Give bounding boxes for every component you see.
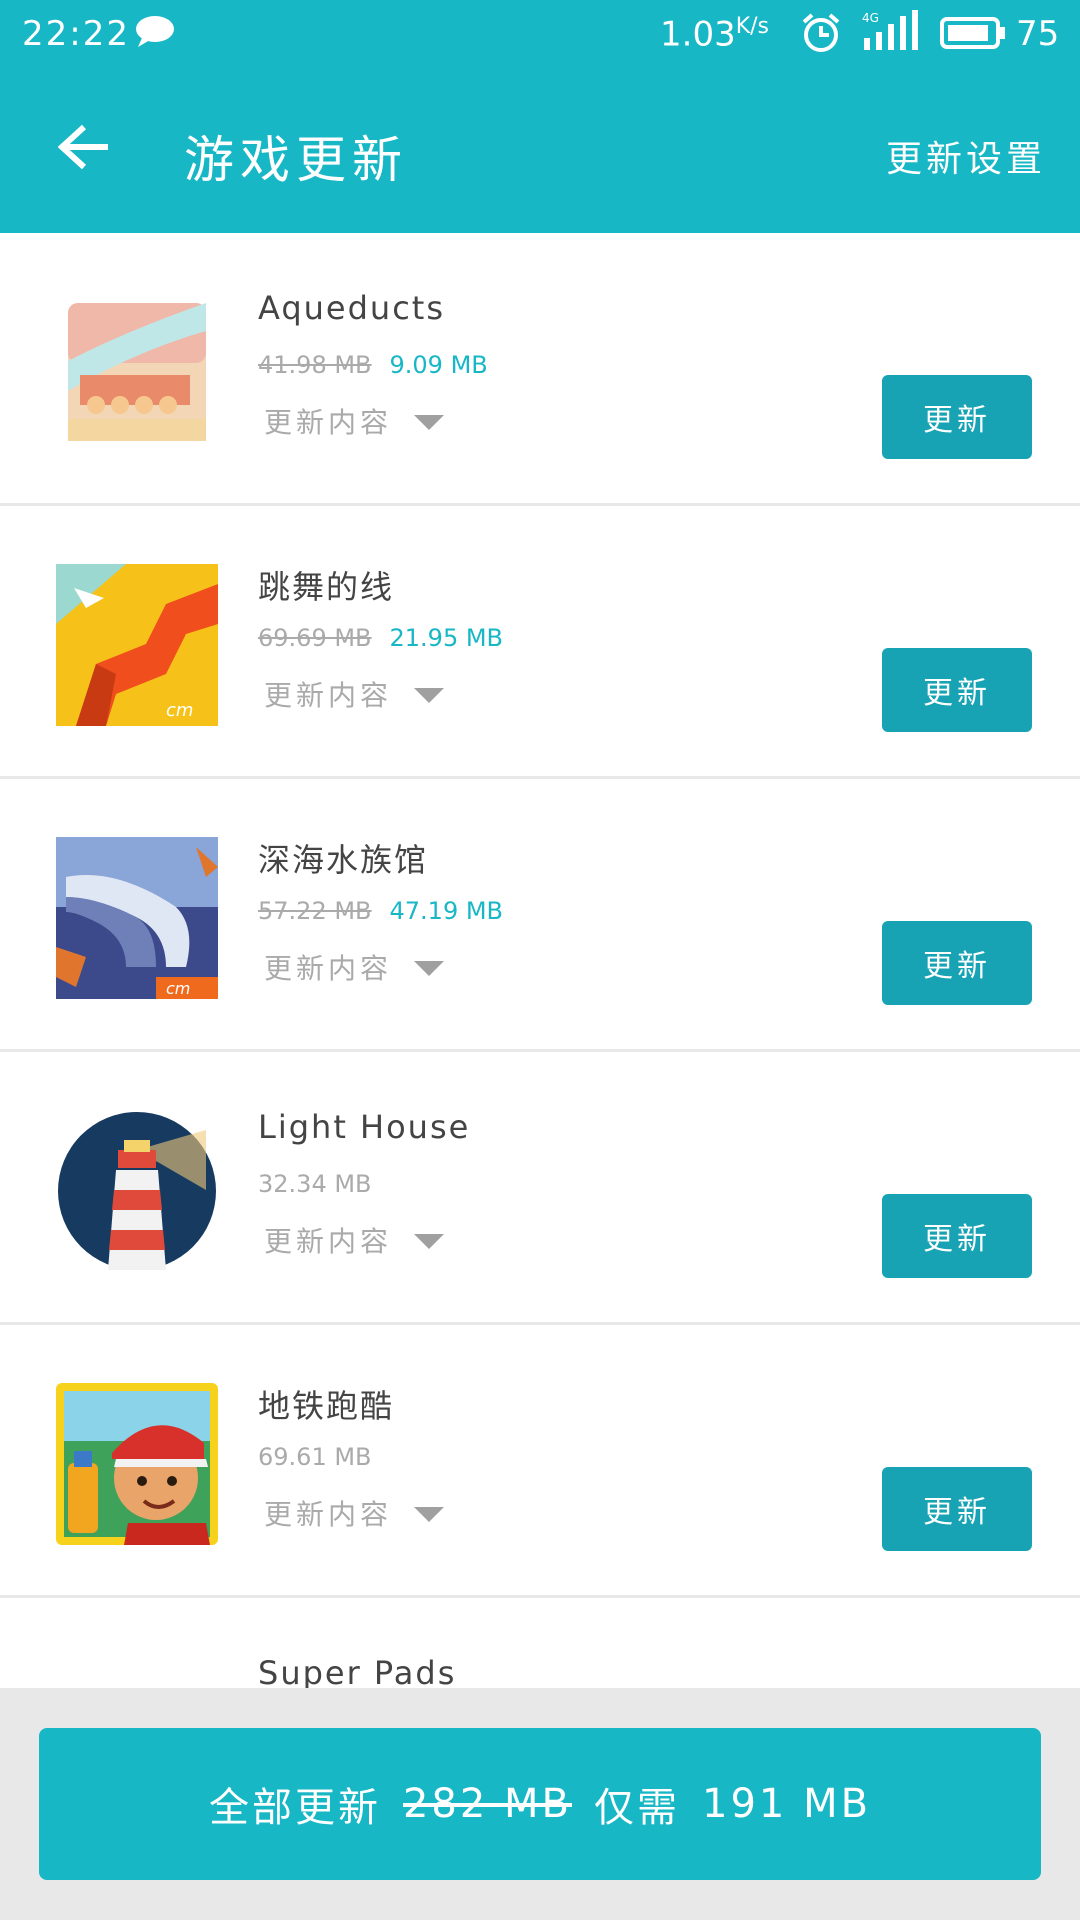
new-size: 21.95 MB	[389, 624, 504, 652]
list-item: 地铁跑酷 69.61 MB 更新内容 更新	[0, 1325, 1080, 1598]
chevron-down-icon	[414, 1233, 445, 1249]
changelog-toggle[interactable]: 更新内容	[264, 1493, 445, 1533]
update-button[interactable]: 更新	[882, 1467, 1032, 1551]
svg-text:cm: cm	[166, 979, 190, 998]
battery-level: 75	[1016, 14, 1060, 54]
app-icon-subway-surfers	[56, 1383, 218, 1545]
app-name: 跳舞的线	[258, 568, 395, 606]
app-name: Super Pads	[258, 1654, 457, 1692]
app-icon-dancing-line: cm	[56, 564, 218, 726]
net-speed: 1.03K/s	[660, 14, 769, 54]
app-name: 地铁跑酷	[258, 1387, 395, 1425]
changelog-label: 更新内容	[264, 1498, 393, 1531]
changelog-label: 更新内容	[264, 952, 393, 985]
app-name: Aqueducts	[258, 289, 446, 327]
app-size: 69.69 MB 21.95 MB	[258, 624, 503, 652]
app-bar: 游戏更新 更新设置	[0, 70, 1080, 233]
bottom-bar: 全部更新 282 MB 仅需 191 MB	[0, 1688, 1080, 1920]
changelog-toggle[interactable]: 更新内容	[264, 674, 445, 714]
app-icon-abyssrium: cm	[56, 837, 218, 999]
chevron-down-icon	[414, 687, 445, 703]
screen: 22:22 1.03K/s 4G 75 游戏更新 更新设置 Aqueducts …	[0, 0, 1080, 1920]
chevron-down-icon	[414, 960, 445, 976]
new-size: 9.09 MB	[389, 351, 488, 379]
changelog-label: 更新内容	[264, 1225, 393, 1258]
app-name: Light House	[258, 1108, 471, 1146]
update-button[interactable]: 更新	[882, 921, 1032, 1005]
status-bar: 22:22 1.03K/s 4G 75	[0, 0, 1080, 70]
changelog-label: 更新内容	[264, 406, 393, 439]
battery-icon	[940, 17, 1005, 49]
update-button[interactable]: 更新	[882, 1194, 1032, 1278]
update-all-button[interactable]: 全部更新 282 MB 仅需 191 MB	[39, 1728, 1041, 1880]
total-old-size: 282 MB	[402, 1781, 572, 1827]
back-arrow-icon[interactable]	[58, 124, 110, 170]
net-speed-unit: K/s	[735, 14, 770, 39]
header: 22:22 1.03K/s 4G 75 游戏更新 更新设置	[0, 0, 1080, 233]
chevron-down-icon	[414, 414, 445, 430]
list-item: cm 深海水族馆 57.22 MB 47.19 MB 更新内容 更新	[0, 779, 1080, 1052]
old-size: 69.69 MB	[258, 624, 372, 652]
size: 32.34 MB	[258, 1170, 372, 1198]
changelog-toggle[interactable]: 更新内容	[264, 401, 445, 441]
old-size: 57.22 MB	[258, 897, 372, 925]
changelog-toggle[interactable]: 更新内容	[264, 1220, 445, 1260]
total-new-size: 191 MB	[702, 1781, 872, 1827]
need-label: 仅需	[594, 1785, 680, 1831]
net-speed-value: 1.03	[660, 14, 736, 55]
update-settings-button[interactable]: 更新设置	[886, 130, 1046, 182]
alarm-icon	[802, 13, 840, 52]
status-time: 22:22	[22, 14, 130, 54]
size: 69.61 MB	[258, 1443, 372, 1471]
app-icon-aqueducts	[68, 303, 206, 441]
update-button[interactable]: 更新	[882, 648, 1032, 732]
list-item: Light House 32.34 MB 更新内容 更新	[0, 1052, 1080, 1325]
list-item: Aqueducts 41.98 MB 9.09 MB 更新内容 更新	[0, 233, 1080, 506]
changelog-label: 更新内容	[264, 679, 393, 712]
new-size: 47.19 MB	[389, 897, 504, 925]
old-size: 41.98 MB	[258, 351, 372, 379]
signal-4g-icon: 4G	[862, 10, 918, 50]
svg-text:cm: cm	[166, 700, 193, 721]
svg-text:4G: 4G	[862, 11, 879, 25]
app-size: 57.22 MB 47.19 MB	[258, 897, 503, 925]
chat-icon	[136, 16, 174, 47]
list-item: cm 跳舞的线 69.69 MB 21.95 MB 更新内容 更新	[0, 506, 1080, 779]
app-name: 深海水族馆	[258, 841, 429, 879]
app-size: 32.34 MB	[258, 1170, 372, 1198]
app-icon-light-house	[58, 1112, 216, 1270]
chevron-down-icon	[414, 1506, 445, 1522]
page-title: 游戏更新	[184, 131, 408, 189]
changelog-toggle[interactable]: 更新内容	[264, 947, 445, 987]
app-update-list: Aqueducts 41.98 MB 9.09 MB 更新内容 更新 cm 跳舞的…	[0, 233, 1080, 1818]
update-all-label: 全部更新	[208, 1785, 381, 1831]
update-button[interactable]: 更新	[882, 375, 1032, 459]
app-size: 69.61 MB	[258, 1443, 372, 1471]
app-size: 41.98 MB 9.09 MB	[258, 351, 488, 379]
